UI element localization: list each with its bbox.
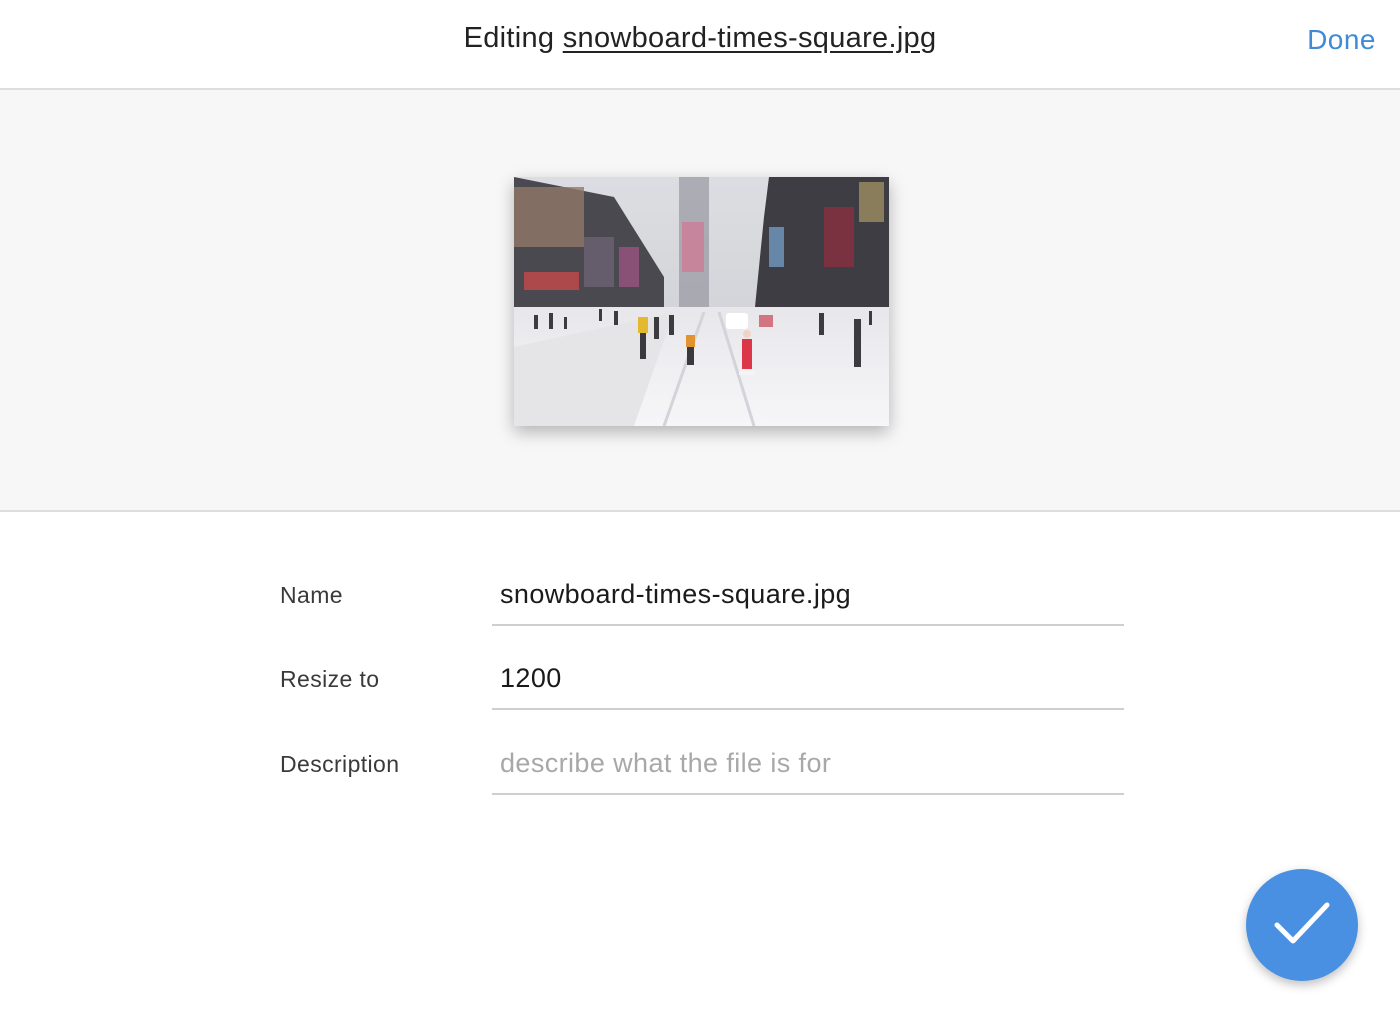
description-field-container xyxy=(492,737,1124,795)
description-label: Description xyxy=(280,751,400,777)
resize-input[interactable] xyxy=(500,660,1110,696)
resize-field-container xyxy=(492,652,1124,710)
header-title: Editing snowboard-times-square.jpg xyxy=(0,22,1400,55)
name-field-container xyxy=(492,568,1124,626)
name-label: Name xyxy=(280,582,343,608)
header-title-prefix: Editing xyxy=(463,22,555,54)
file-edit-screen: Editing snowboard-times-square.jpg Done xyxy=(0,0,1400,1023)
name-input[interactable] xyxy=(500,576,1110,612)
description-input[interactable] xyxy=(500,745,1110,781)
resize-row: Resize to xyxy=(0,652,1400,736)
image-preview-area xyxy=(0,90,1400,512)
confirm-fab-button[interactable] xyxy=(1246,869,1358,981)
header-filename: snowboard-times-square.jpg xyxy=(562,22,937,54)
header-bar: Editing snowboard-times-square.jpg Done xyxy=(0,0,1400,90)
description-row: Description xyxy=(0,737,1400,821)
checkmark-icon xyxy=(1274,902,1330,944)
name-row: Name xyxy=(0,568,1400,652)
resize-label: Resize to xyxy=(280,666,380,692)
image-thumbnail xyxy=(514,177,889,426)
done-button[interactable]: Done xyxy=(1307,24,1376,56)
